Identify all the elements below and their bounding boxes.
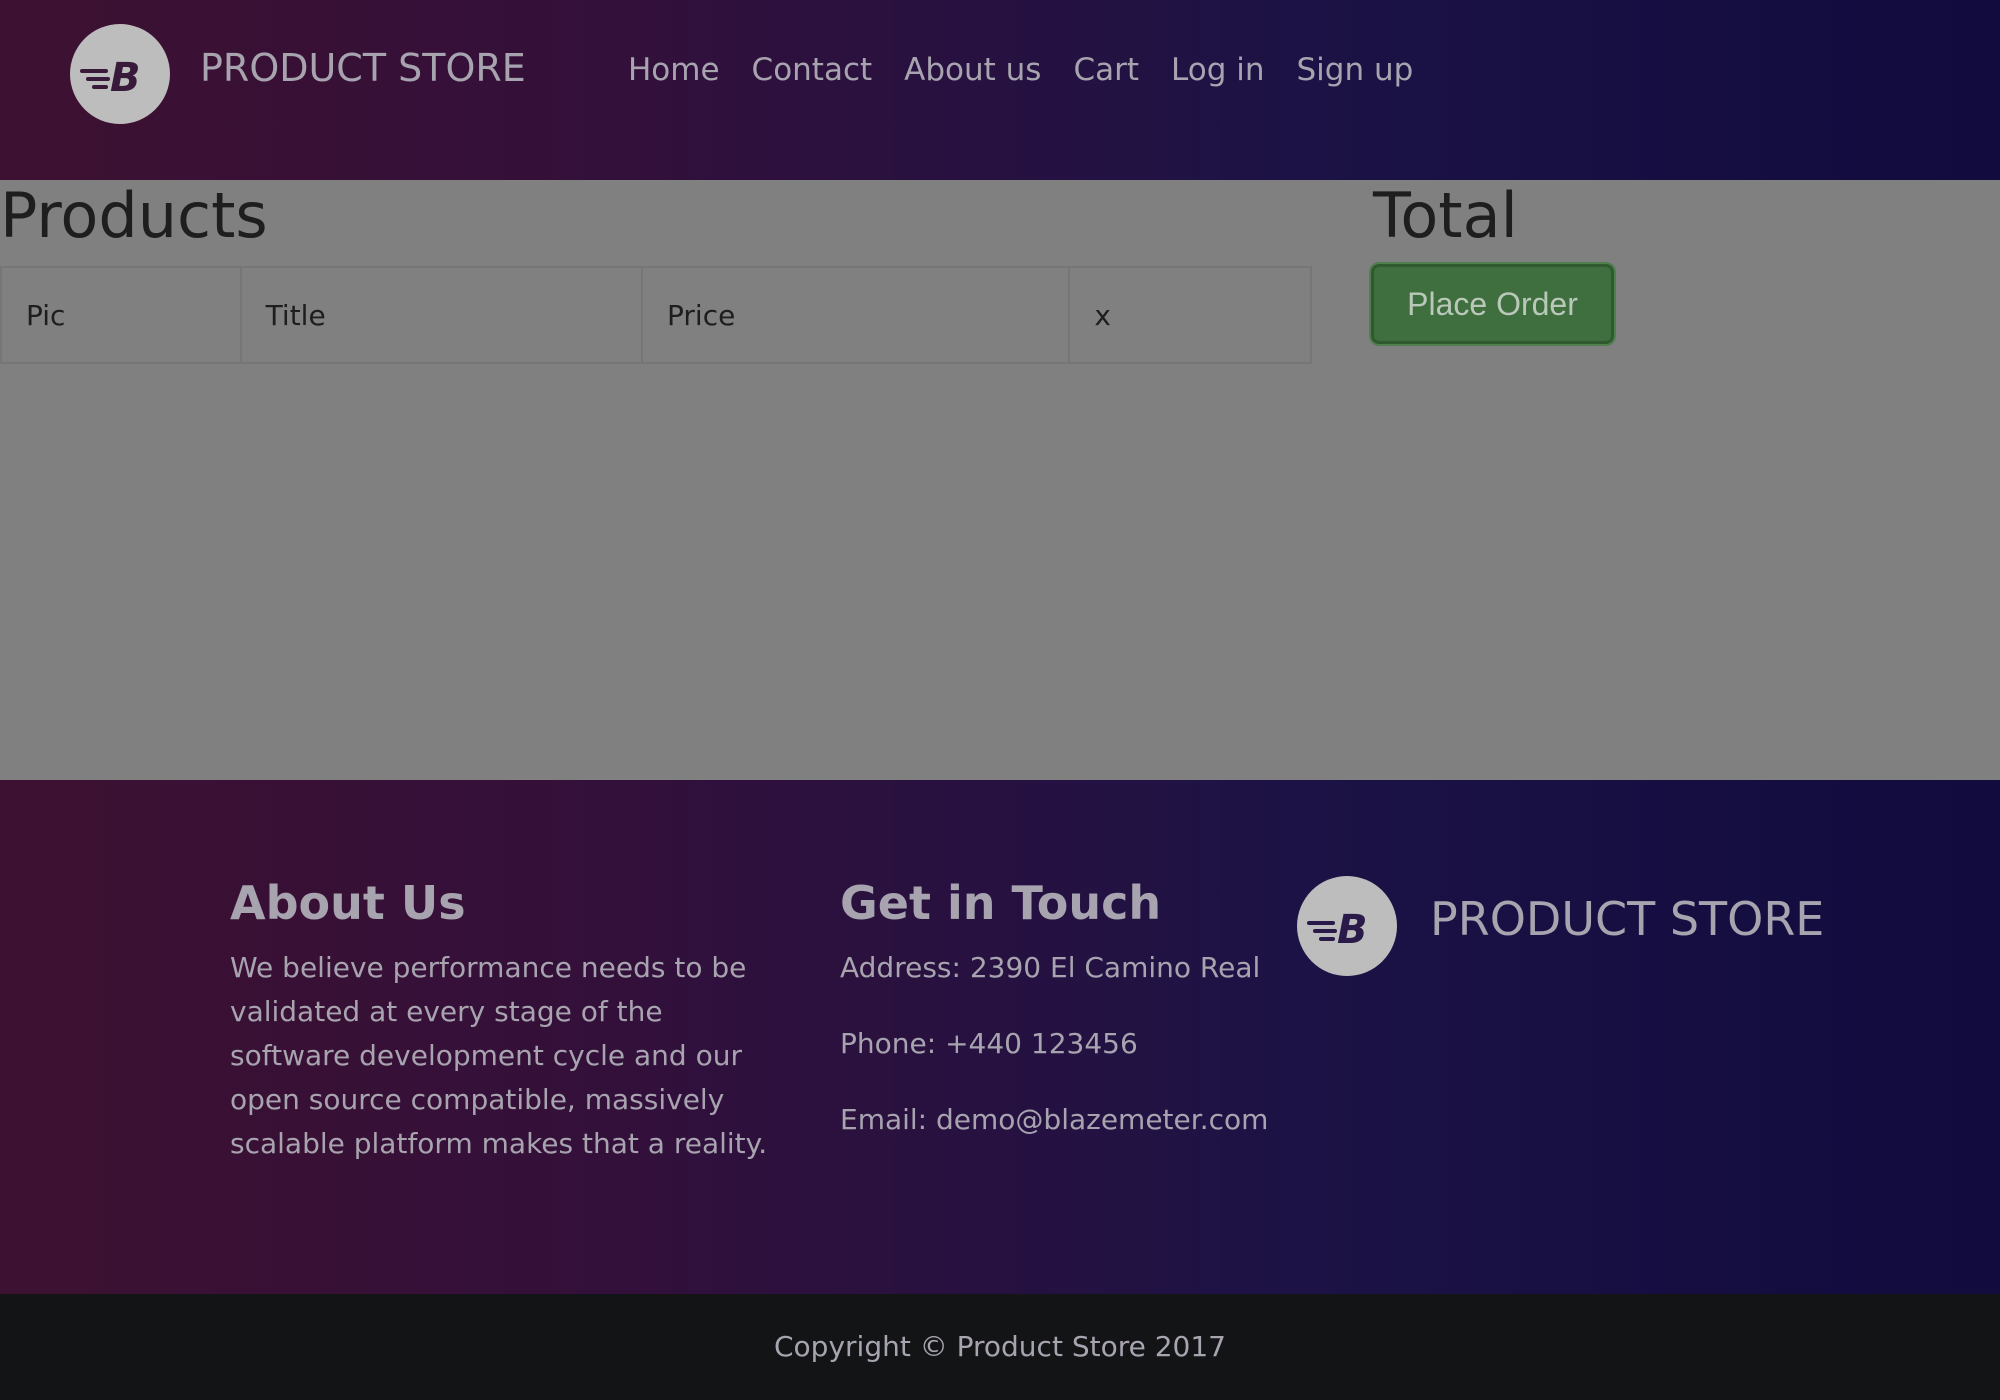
- main-nav: Home Contact About us Cart Log in Sign u…: [628, 52, 1413, 88]
- nav-signup-link[interactable]: Sign up: [1297, 52, 1414, 88]
- footer-logo: B: [1297, 876, 1397, 976]
- footer: About Us We believe performance needs to…: [0, 780, 2000, 1294]
- nav-cart-link[interactable]: Cart: [1073, 52, 1139, 88]
- contact-email: Email: demo@blazemeter.com: [840, 1103, 1269, 1136]
- get-in-touch-heading: Get in Touch: [840, 876, 1162, 930]
- column-header-pic: Pic: [0, 266, 242, 364]
- cart-content: Products Pic Title Price x Total Place O…: [0, 180, 2000, 780]
- table-header-row: Pic Title Price x: [0, 266, 1312, 364]
- nav-contact-link[interactable]: Contact: [752, 52, 873, 88]
- nav-login-link[interactable]: Log in: [1171, 52, 1264, 88]
- total-heading: Total: [1373, 179, 1518, 252]
- column-header-price: Price: [641, 266, 1071, 364]
- svg-text:B: B: [1337, 907, 1368, 953]
- svg-text:B: B: [110, 55, 141, 101]
- brand-name[interactable]: PRODUCT STORE: [200, 46, 526, 90]
- top-navbar: B PRODUCT STORE Home Contact About us Ca…: [0, 0, 2000, 180]
- contact-address: Address: 2390 El Camino Real: [840, 951, 1261, 984]
- column-header-delete: x: [1068, 266, 1312, 364]
- place-order-button[interactable]: Place Order: [1371, 264, 1614, 344]
- cart-table: Pic Title Price x: [0, 266, 1312, 364]
- nav-about-link[interactable]: About us: [904, 52, 1041, 88]
- about-us-heading: About Us: [230, 876, 466, 930]
- brand-logo[interactable]: B: [70, 24, 170, 124]
- blazemeter-logo-icon: B: [80, 55, 141, 101]
- copyright-bar: Copyright © Product Store 2017: [0, 1294, 2000, 1400]
- copyright-text: Copyright © Product Store 2017: [774, 1330, 1226, 1363]
- nav-home-link[interactable]: Home: [628, 52, 720, 88]
- blazemeter-logo-icon: B: [1307, 907, 1368, 953]
- column-header-title: Title: [239, 266, 644, 364]
- footer-brand-name: PRODUCT STORE: [1430, 892, 1825, 946]
- products-heading: Products: [0, 179, 268, 252]
- contact-phone: Phone: +440 123456: [840, 1027, 1138, 1060]
- about-us-text: We believe performance needs to be valid…: [230, 951, 768, 1160]
